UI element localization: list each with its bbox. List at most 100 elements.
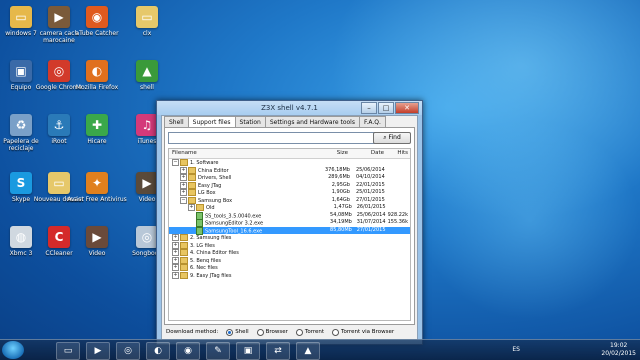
cell-filename: + LG Box — [169, 189, 315, 197]
window-titlebar[interactable]: Z3X shell v4.7.1 – □ ✕ — [157, 101, 422, 115]
cell-filename: +9. Easy JTag files — [169, 271, 312, 280]
expand-icon[interactable]: + — [180, 174, 187, 181]
search-icon: ⌕ — [383, 134, 387, 141]
taskbar-atube-icon[interactable]: ◉ — [176, 342, 200, 360]
taskbar-explorer-icon[interactable]: ▭ — [56, 342, 80, 360]
download-method-label: Download method: — [166, 329, 219, 335]
cell-size — [312, 242, 350, 250]
table-row[interactable]: +3. LG files — [169, 241, 410, 250]
atube-icon: ◉ — [86, 6, 108, 28]
table-row[interactable]: +5. Benq files — [169, 256, 410, 265]
taskbar-chrome-icon[interactable]: ◎ — [116, 342, 140, 360]
table-row[interactable]: + Old 1,47Gb 26/01/2015 — [169, 204, 410, 212]
folder-icon — [188, 196, 196, 204]
close-button[interactable]: ✕ — [395, 102, 419, 114]
expand-icon[interactable]: + — [180, 189, 187, 196]
cell-filename: − 1. Software — [169, 159, 312, 167]
radio-icon — [295, 328, 303, 336]
clock[interactable]: 19:02 20/02/2015 — [601, 342, 636, 358]
tab-station[interactable]: Station — [234, 116, 266, 127]
table-row[interactable]: + LG Box 1,90Gb 25/01/2015 — [169, 189, 410, 197]
search-input[interactable] — [168, 132, 376, 144]
table-row[interactable]: SS_tools_3.5.0040.exe 54,08Mb 25/06/2014 92… — [169, 211, 410, 220]
cell-date — [350, 264, 386, 272]
column-filename[interactable]: Filename — [169, 149, 312, 158]
expand-icon[interactable]: + — [188, 204, 195, 211]
grid-header: Filename Size Date Hits — [169, 149, 410, 159]
tab-shell[interactable]: Shell — [164, 116, 189, 127]
table-row[interactable]: + Easy JTag 2,95Gb 22/01/2015 — [169, 181, 410, 190]
radio-icon — [332, 328, 340, 336]
cell-size — [312, 272, 350, 280]
table-row[interactable]: − 1. Software — [169, 159, 410, 167]
maximize-button[interactable]: □ — [378, 102, 394, 114]
cell-hits — [387, 167, 410, 175]
collapse-icon[interactable]: − — [180, 196, 187, 204]
taskbar-folder-icon[interactable]: ▣ — [236, 342, 260, 360]
table-row[interactable]: + China Editor 376,18Mb 25/06/2014 — [169, 166, 410, 175]
desktop-icon[interactable]: ▭ clx — [117, 6, 177, 58]
expand-icon[interactable]: + — [172, 264, 179, 271]
file-name: Samsung Box — [198, 197, 233, 204]
table-row[interactable]: − Samsung Box 1,64Gb 27/01/2015 — [169, 196, 410, 205]
expand-icon[interactable]: + — [180, 181, 187, 189]
taskbar-firefox-icon[interactable]: ◐ — [146, 342, 170, 360]
minimize-button[interactable]: – — [361, 102, 377, 114]
column-hits[interactable]: Hits — [386, 149, 410, 158]
cell-size — [312, 159, 350, 167]
download-option-browser[interactable]: Browser — [256, 326, 288, 338]
table-row[interactable]: +9. Easy JTag files — [169, 271, 410, 280]
file-name: Old — [206, 205, 215, 211]
taskbar-media-player-icon[interactable]: ▶ — [86, 342, 110, 360]
window-body: Shell Support files Station Settings and Ha… — [161, 115, 418, 340]
expand-icon[interactable]: + — [172, 241, 179, 249]
taskbar-tool-icon[interactable]: ✎ — [206, 342, 230, 360]
table-row[interactable]: + Drivers, Shell 289,6Mb 04/10/2014 — [169, 174, 410, 182]
expand-icon[interactable]: + — [172, 271, 179, 279]
folder-icon — [180, 256, 188, 264]
expand-icon[interactable]: + — [172, 234, 179, 241]
radio-label: Torrent via Browser — [341, 329, 395, 335]
file-name: 3. LG files — [190, 242, 215, 249]
tab-support-files[interactable]: Support files — [187, 116, 236, 127]
taskbar-teamviewer-icon[interactable]: ⇄ — [266, 342, 290, 360]
table-row[interactable]: SamsungTool_16.6.exe 85,80Mb 27/01/2015 — [169, 226, 410, 235]
shell-icon: ▲ — [136, 60, 158, 82]
tab-f-a-q-[interactable]: F.A.Q. — [358, 116, 386, 127]
cell-date: 25/01/2015 — [355, 189, 385, 195]
download-option-torrent-via-browser[interactable]: Torrent via Browser — [332, 326, 394, 338]
cell-date: 31/07/2014 — [356, 219, 386, 225]
cell-filename: +5. Benq files — [169, 256, 312, 265]
table-row[interactable]: SamsungEditor 3.2.exe 34,19Mb 31/07/2014 15… — [169, 219, 410, 227]
radio-label: Torrent — [304, 329, 325, 335]
table-row[interactable]: +2. Samsung files — [169, 234, 410, 242]
download-option-torrent[interactable]: Torrent — [295, 326, 325, 338]
column-size[interactable]: Size — [312, 149, 350, 158]
language-indicator[interactable]: ES — [512, 346, 520, 353]
table-row[interactable]: +6. Nec files — [169, 264, 410, 272]
taskbar-shell-icon[interactable]: ▲ — [296, 342, 320, 360]
start-button[interactable] — [2, 341, 24, 359]
tab-settings-and-hardware-tools[interactable]: Settings and Hardware tools — [264, 116, 360, 127]
file-name: 6. Nec files — [190, 265, 218, 271]
find-button[interactable]: ⌕ Find — [373, 132, 411, 144]
file-name: Easy JTag — [198, 182, 222, 189]
table-row[interactable]: +4. China Editor files — [169, 249, 410, 257]
find-button-label: Find — [388, 134, 401, 141]
file-name: LG Box — [198, 190, 216, 196]
expand-icon[interactable]: + — [172, 256, 179, 264]
folder-icon — [180, 271, 188, 279]
cell-date: 22/01/2015 — [355, 181, 385, 188]
cell-hits — [386, 272, 410, 280]
cell-size: 1,47Gb — [333, 204, 352, 210]
file-tree-grid[interactable]: Filename Size Date Hits −1. Software + Chi… — [168, 148, 411, 321]
download-option-shell[interactable]: Shell — [226, 326, 249, 338]
expand-icon[interactable]: + — [172, 249, 179, 256]
expand-icon[interactable]: + — [180, 166, 187, 174]
cell-filename: + Drivers, Shell — [169, 174, 315, 182]
column-date[interactable]: Date — [350, 149, 386, 158]
collapse-icon[interactable]: − — [172, 159, 179, 166]
folder-icon — [180, 264, 188, 271]
cell-filename: SamsungTool_16.6.exe — [169, 226, 318, 235]
cell-filename: + Old — [169, 204, 318, 212]
